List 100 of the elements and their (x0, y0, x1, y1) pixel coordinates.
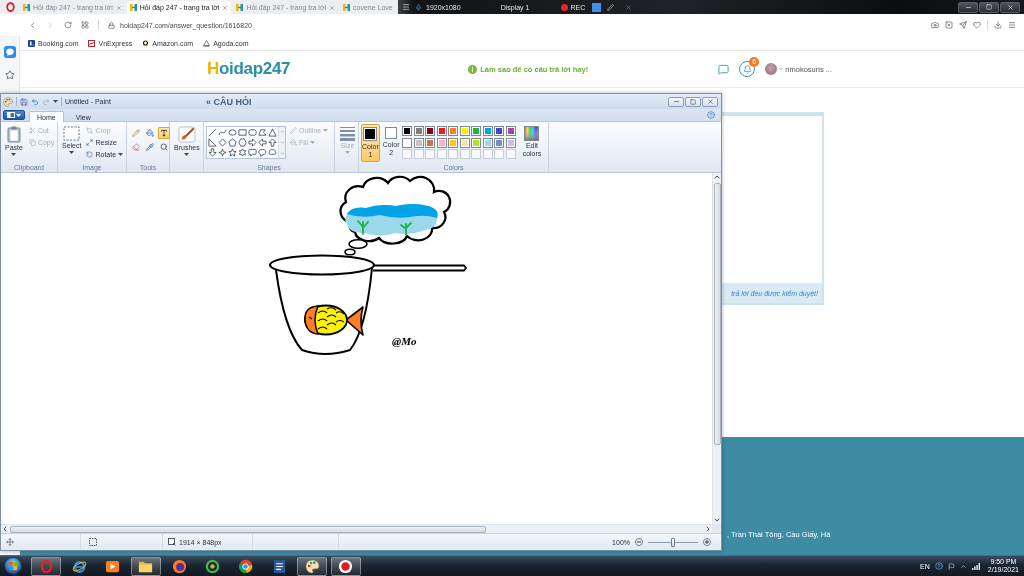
start-button[interactable] (2, 556, 24, 576)
signal-bars-icon[interactable] (971, 562, 980, 570)
tool-button[interactable] (158, 141, 170, 153)
fish (304, 304, 364, 336)
close-button[interactable] (1000, 1, 1020, 13)
star-icon[interactable] (4, 70, 15, 80)
palette-color-swatch[interactable] (494, 137, 505, 148)
palette-color-swatch[interactable] (425, 137, 436, 148)
minimize-button[interactable] (668, 96, 684, 107)
palette-color-swatch[interactable] (482, 137, 493, 148)
help-icon[interactable] (934, 562, 943, 570)
restore-button[interactable] (979, 1, 999, 13)
five-point-star-shape-icon[interactable] (228, 148, 237, 157)
left-arrow-shape-icon[interactable] (258, 138, 267, 147)
help-icon[interactable] (707, 111, 715, 119)
reload-icon[interactable] (64, 21, 72, 29)
taskbar-button[interactable] (130, 556, 161, 576)
taskbar-button[interactable] (330, 556, 361, 576)
curve-shape-icon[interactable] (218, 128, 227, 137)
site-logo[interactable]: Hoidap247 (207, 59, 291, 79)
file-menu-button[interactable] (3, 110, 25, 120)
chevron-up-icon[interactable] (959, 562, 967, 570)
minimize-button[interactable] (958, 1, 978, 13)
cloud-callout-shape-icon[interactable] (268, 148, 277, 157)
scroll-up-icon[interactable] (713, 173, 721, 181)
zoom-in-icon[interactable] (703, 538, 711, 546)
hexagon-shape-icon[interactable] (238, 138, 247, 147)
undo-icon[interactable] (31, 97, 39, 106)
close-tab-icon[interactable] (222, 4, 229, 11)
oval-shape-icon[interactable] (228, 128, 237, 137)
chevron-down-icon[interactable] (778, 66, 785, 72)
rounded-callout-shape-icon[interactable] (248, 148, 257, 157)
scrollbar-thumb[interactable] (713, 183, 721, 445)
palette-color-swatch[interactable] (436, 126, 447, 136)
palette-color-swatch[interactable] (402, 137, 413, 148)
close-tab-icon[interactable] (329, 4, 336, 11)
vertical-scrollbar[interactable] (712, 173, 721, 524)
seaweed (400, 222, 412, 236)
close-button[interactable] (702, 96, 718, 107)
taskbar-button[interactable] (297, 556, 328, 576)
scroll-down-icon[interactable] (713, 516, 721, 524)
four-point-star-shape-icon[interactable] (218, 148, 227, 157)
send-icon[interactable] (959, 21, 967, 29)
download-icon[interactable] (994, 21, 1002, 29)
palette-color-swatch[interactable] (494, 126, 505, 136)
zoom-out-icon[interactable] (635, 538, 643, 546)
menu-icon[interactable] (1008, 21, 1016, 29)
scroll-right-icon[interactable] (704, 525, 712, 533)
rectangle-shape-icon[interactable] (238, 128, 247, 137)
palette-color-swatch[interactable] (459, 137, 470, 148)
line-shape-icon[interactable] (208, 128, 217, 137)
palette-color-swatch[interactable] (482, 126, 493, 136)
horizontal-scrollbar[interactable] (1, 524, 712, 533)
palette-color-swatch[interactable] (505, 137, 516, 148)
back-icon[interactable] (28, 20, 37, 30)
triangle-shape-icon[interactable] (268, 128, 277, 137)
palette-color-swatch[interactable] (413, 137, 424, 148)
drawing-canvas[interactable]: @Mo (1, 173, 712, 524)
square-icon[interactable] (592, 2, 602, 12)
heart-icon[interactable] (973, 21, 981, 29)
up-arrow-shape-icon[interactable] (268, 138, 277, 147)
maximize-button[interactable] (685, 96, 701, 107)
oval-callout-shape-icon[interactable] (258, 148, 267, 157)
palette-color-swatch[interactable] (436, 137, 447, 148)
palette-color-swatch[interactable] (471, 137, 482, 148)
right-arrow-shape-icon[interactable] (248, 138, 257, 147)
palette-color-swatch[interactable] (448, 137, 459, 148)
scroll-left-icon[interactable] (1, 525, 9, 533)
palette-color-swatch[interactable] (448, 126, 459, 136)
close-tab-icon[interactable] (115, 4, 122, 11)
chat-bubble-icon[interactable] (3, 46, 16, 58)
polygon-shape-icon[interactable] (258, 128, 267, 137)
menu-icon[interactable] (402, 3, 410, 11)
palette-color-swatch[interactable] (505, 126, 516, 136)
tool-button[interactable] (158, 127, 170, 139)
save-icon[interactable] (20, 97, 28, 106)
pentagon-shape-icon[interactable] (228, 138, 237, 147)
palette-color-swatch[interactable] (471, 126, 482, 136)
chat-icon[interactable] (718, 63, 730, 75)
down-arrow-shape-icon[interactable] (208, 148, 217, 157)
caret-icon (323, 129, 329, 132)
flag-icon[interactable] (947, 562, 955, 570)
scrollbar-thumb[interactable] (10, 525, 486, 533)
palette-color-swatch[interactable] (459, 126, 470, 136)
palette-color-swatch[interactable] (402, 126, 413, 136)
x-square-icon[interactable] (945, 21, 953, 29)
grid-icon[interactable] (81, 21, 89, 29)
tool-button[interactable] (144, 141, 156, 153)
zoom-slider-thumb[interactable] (671, 537, 675, 547)
six-point-star-shape-icon[interactable] (238, 148, 247, 157)
microphone-icon[interactable] (415, 3, 422, 11)
ring-logo-icon[interactable] (5, 2, 15, 12)
pen-icon[interactable] (607, 3, 615, 11)
close-icon[interactable] (625, 3, 633, 11)
palette-color-swatch[interactable] (413, 126, 424, 136)
right-triangle-shape-icon[interactable] (208, 138, 217, 147)
rounded-rectangle-shape-icon[interactable] (248, 128, 257, 137)
magnifier-icon (160, 143, 168, 151)
palette-color-swatch[interactable] (425, 126, 436, 136)
camera-icon[interactable] (931, 21, 939, 29)
